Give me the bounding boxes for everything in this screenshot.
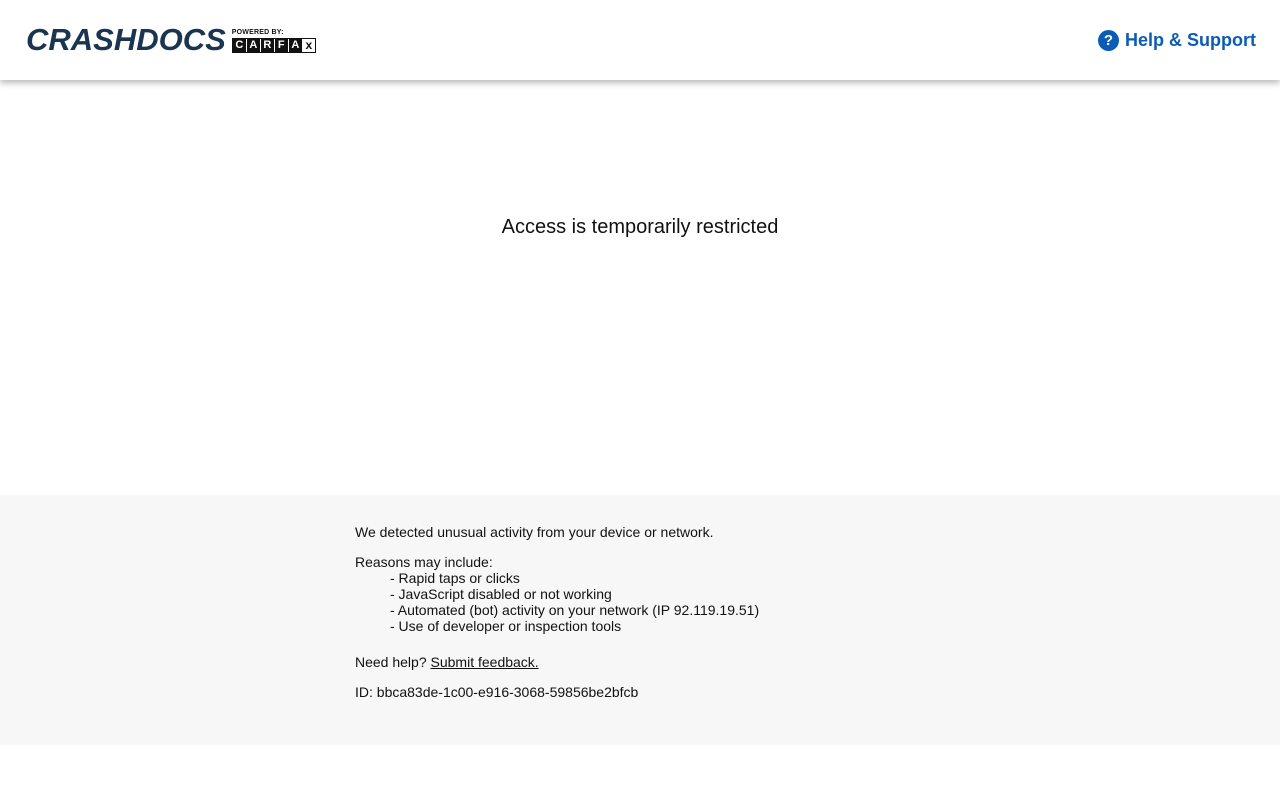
- crashdocs-logo[interactable]: CRASHDOCS POWERED BY: C A R F A x: [26, 22, 316, 58]
- detected-message: We detected unusual activity from your d…: [355, 524, 714, 540]
- carfax-letter: x: [302, 39, 315, 52]
- help-support-link[interactable]: ? Help & Support: [1098, 28, 1256, 52]
- info-panel: We detected unusual activity from your d…: [0, 495, 1280, 745]
- request-id: ID: bbca83de-1c00-e916-3068-59856be2bfcb: [355, 684, 759, 700]
- page-title: Access is temporarily restricted: [501, 216, 779, 238]
- logo-wordmark: CRASHDOCS: [26, 22, 226, 57]
- site-header: CRASHDOCS POWERED BY: C A R F A x ? Help…: [0, 0, 1280, 80]
- reason-item: - Rapid taps or clicks: [390, 570, 520, 586]
- info-content: We detected unusual activity from your d…: [355, 524, 759, 700]
- id-value: bbca83de-1c00-e916-3068-59856be2bfcb: [376, 684, 639, 700]
- reason-item: - JavaScript disabled or not working: [390, 586, 612, 602]
- carfax-letter: A: [246, 39, 261, 52]
- id-label: ID:: [355, 684, 377, 700]
- reason-item: - Automated (bot) activity on your netwo…: [390, 602, 760, 618]
- carfax-letter: R: [260, 39, 275, 52]
- carfax-letter: C: [232, 39, 247, 52]
- question-circle-icon: ?: [1098, 29, 1119, 51]
- help-support-label: Help & Support: [1125, 30, 1256, 50]
- reason-item: - Use of developer or inspection tools: [390, 618, 622, 634]
- reasons-title: Reasons may include:: [355, 554, 493, 570]
- submit-feedback-link[interactable]: Submit feedback.: [431, 654, 539, 670]
- reason-list: - Rapid taps or clicks - JavaScript disa…: [355, 570, 759, 634]
- powered-by-carfax: POWERED BY: C A R F A x: [231, 29, 316, 53]
- powered-by-label: POWERED BY:: [231, 29, 284, 36]
- carfax-letter: A: [288, 39, 303, 52]
- carfax-letter: F: [274, 39, 289, 52]
- carfax-logo: C A R F A x: [231, 38, 316, 53]
- need-help-line: Need help? Submit feedback.: [355, 654, 759, 670]
- need-help-label: Need help?: [355, 654, 431, 670]
